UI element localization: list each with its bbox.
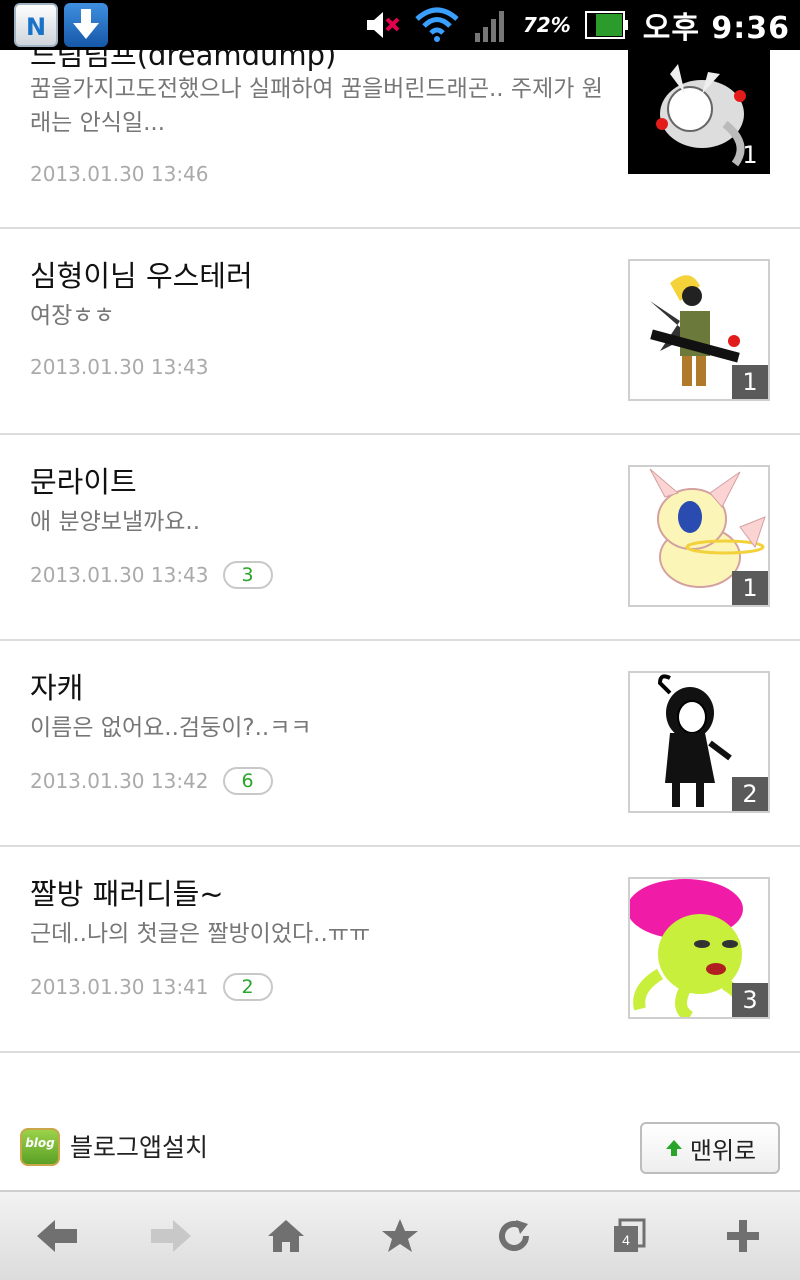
tabs-button[interactable]: 4 <box>594 1201 664 1271</box>
post-item[interactable]: 심형이님 우스테러 여장ㅎㅎ 2013.01.30 13:43 1 <box>0 229 800 435</box>
download-icon[interactable] <box>64 3 108 47</box>
post-thumbnail[interactable]: 1 <box>628 259 770 401</box>
forward-icon <box>151 1220 192 1252</box>
post-date: 2013.01.30 13:46 <box>30 162 209 186</box>
scroll-to-top-label: 맨위로 <box>689 1136 757 1165</box>
scroll-to-top-button[interactable]: 맨위로 <box>640 1122 780 1174</box>
post-date: 2013.01.30 13:42 <box>30 769 209 793</box>
blog-app-icon[interactable]: blog <box>20 1128 60 1166</box>
new-tab-button[interactable] <box>708 1201 778 1271</box>
mute-icon <box>366 12 400 38</box>
post-title[interactable]: 심형이님 우스테러 <box>30 253 253 295</box>
comment-count-badge[interactable]: 2 <box>222 973 273 1001</box>
battery-percent: 72% <box>522 13 571 37</box>
comment-count-badge[interactable]: 3 <box>222 561 273 589</box>
home-icon <box>267 1220 304 1252</box>
browser-toolbar: 4 <box>0 1190 800 1280</box>
image-count-badge: 1 <box>732 365 768 399</box>
post-summary: 근데..나의 첫글은 짤방이었다..ㅠㅠ <box>30 921 371 947</box>
wifi-icon <box>415 7 459 42</box>
post-title[interactable]: 문라이트 <box>30 459 137 501</box>
bookmark-button[interactable] <box>365 1201 435 1271</box>
image-count-badge: 1 <box>742 141 758 169</box>
image-count-badge: 2 <box>732 777 768 811</box>
post-title[interactable]: 자캐 <box>30 665 83 707</box>
post-date: 2013.01.30 13:43 <box>30 355 209 379</box>
page-footer: blog 블로그앱설치 맨위로 <box>0 1100 800 1190</box>
post-meta: 2013.01.30 13:41 2 <box>30 973 273 1001</box>
install-blog-app-link[interactable]: 블로그앱설치 <box>70 1128 208 1164</box>
post-thumbnail[interactable]: 3 <box>628 877 770 1019</box>
post-thumbnail[interactable]: 2 <box>628 671 770 813</box>
post-date: 2013.01.30 13:43 <box>30 563 209 587</box>
status-indicators: 72% 오후 9:36 <box>365 0 790 50</box>
refresh-button[interactable] <box>479 1201 549 1271</box>
signal-icon <box>474 11 504 42</box>
comment-count-badge[interactable]: 6 <box>222 767 273 795</box>
post-summary: 애 분양보낼까요.. <box>30 509 201 535</box>
post-meta: 2013.01.30 13:43 <box>30 355 209 379</box>
back-icon <box>37 1220 78 1252</box>
post-item[interactable]: 문라이트 애 분양보낼까요.. 2013.01.30 13:43 3 1 <box>0 435 800 641</box>
bookmark-star-icon <box>381 1219 418 1252</box>
home-button[interactable] <box>251 1201 321 1271</box>
post-date: 2013.01.30 13:41 <box>30 975 209 999</box>
post-summary: 꿈을가지고도전했으나 실패하여 꿈을버린드래곤.. 주제가 원래는 안식일... <box>30 76 603 136</box>
refresh-icon <box>499 1220 530 1251</box>
image-count-badge: 1 <box>732 571 768 605</box>
battery-icon <box>584 11 628 39</box>
blog-logo-text: blog <box>25 1136 55 1150</box>
post-meta: 2013.01.30 13:46 <box>30 162 209 186</box>
post-thumbnail[interactable]: 1 <box>628 32 770 174</box>
post-thumbnail[interactable]: 1 <box>628 465 770 607</box>
post-item[interactable]: 자캐 이름은 없어요..검둥이?..ㅋㅋ 2013.01.30 13:42 6 … <box>0 641 800 847</box>
post-title[interactable]: 짤방 패러디들~ <box>30 871 224 913</box>
post-meta: 2013.01.30 13:42 6 <box>30 767 273 795</box>
post-summary: 이름은 없어요..검둥이?..ㅋㅋ <box>30 715 312 741</box>
post-item[interactable]: 짤방 패러디들~ 근데..나의 첫글은 짤방이었다..ㅠㅠ 2013.01.30… <box>0 847 800 1053</box>
tabs-icon: 4 <box>613 1218 646 1252</box>
clock: 오후 9:36 <box>642 11 790 46</box>
image-count-badge: 3 <box>732 983 768 1017</box>
tab-count: 4 <box>622 1232 630 1248</box>
back-button[interactable] <box>22 1201 92 1271</box>
arrow-up-icon <box>665 1140 682 1156</box>
post-summary: 여장ㅎㅎ <box>30 303 115 329</box>
status-bar: N 72% 오후 9:36 <box>0 0 800 50</box>
post-meta: 2013.01.30 13:43 3 <box>30 561 273 589</box>
naver-app-icon[interactable]: N <box>14 3 58 47</box>
add-icon <box>726 1220 759 1252</box>
forward-button[interactable] <box>136 1201 206 1271</box>
